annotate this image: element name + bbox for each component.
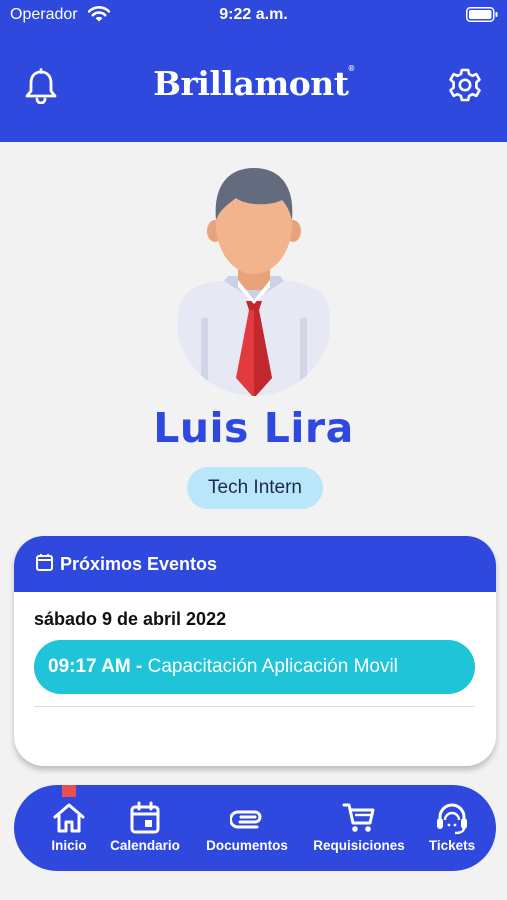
headset-icon bbox=[437, 803, 467, 835]
tab-label: Requisiciones bbox=[313, 838, 405, 853]
brand-logo: Brillamont® bbox=[0, 64, 507, 103]
event-time: 09:17 AM - bbox=[48, 656, 143, 677]
tab-documentos[interactable]: Documentos bbox=[198, 785, 296, 871]
tab-label: Inicio bbox=[51, 838, 87, 853]
tab-label: Calendario bbox=[110, 838, 180, 853]
status-time: 9:22 a.m. bbox=[219, 6, 288, 23]
tab-label: Documentos bbox=[206, 838, 288, 853]
calendar-icon bbox=[36, 554, 53, 571]
paperclip-icon bbox=[230, 810, 262, 829]
brand-name: Brillamont bbox=[153, 64, 349, 103]
home-icon bbox=[53, 803, 85, 833]
tab-inicio[interactable]: Inicio bbox=[36, 785, 102, 871]
events-title: Próximos Eventos bbox=[60, 554, 218, 574]
event-date: sábado 9 de abril 2022 bbox=[34, 609, 227, 629]
event-title: Capacitación Aplicación Movil bbox=[147, 656, 398, 677]
active-tab-marker bbox=[62, 785, 76, 797]
registered-mark: ® bbox=[348, 64, 355, 73]
user-name: Luis Lira bbox=[153, 404, 354, 452]
upcoming-events-card: Próximos Eventos sábado 9 de abril 2022 … bbox=[14, 536, 496, 766]
calendar-icon bbox=[130, 801, 160, 834]
tab-tickets[interactable]: Tickets bbox=[422, 785, 482, 871]
status-bar: Operador 9:22 a.m. bbox=[0, 0, 507, 32]
settings-gear-icon[interactable] bbox=[447, 67, 483, 103]
tab-requisiciones[interactable]: Requisiciones bbox=[307, 785, 411, 871]
battery-icon bbox=[466, 7, 498, 22]
events-header: Próximos Eventos bbox=[14, 536, 496, 592]
bottom-tab-bar: Inicio Calendario Documentos Requisicion… bbox=[14, 785, 496, 871]
avatar bbox=[178, 168, 330, 396]
role-badge: Tech Intern bbox=[187, 467, 323, 509]
event-item[interactable]: 09:17 AM - Capacitación Aplicación Movil bbox=[34, 640, 475, 694]
tab-label: Tickets bbox=[428, 838, 476, 853]
event-divider bbox=[34, 706, 475, 707]
app-header: Operador 9:22 a.m. Brillamont® bbox=[0, 0, 507, 142]
tab-calendario[interactable]: Calendario bbox=[105, 785, 185, 871]
cart-icon bbox=[342, 803, 375, 832]
